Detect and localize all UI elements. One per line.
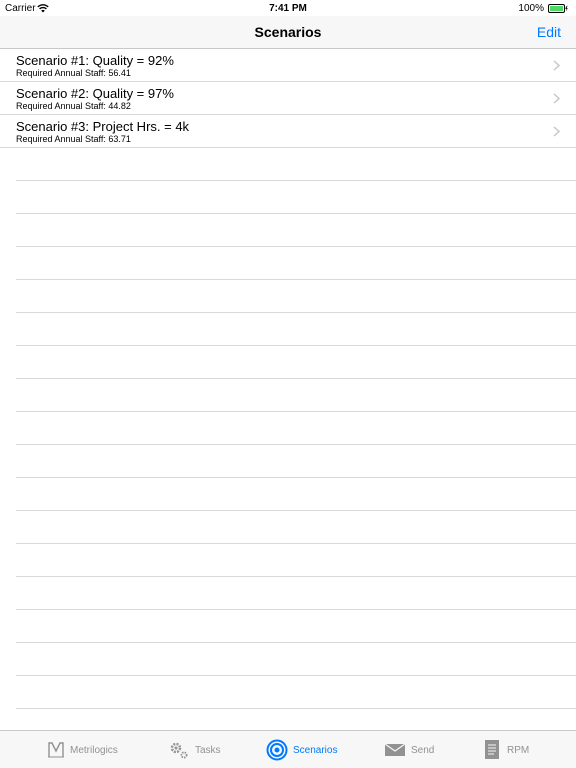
chevron-right-icon (553, 60, 560, 71)
scenario-row-3[interactable]: Scenario #3: Project Hrs. = 4k Required … (0, 115, 576, 148)
status-time: 7:41 PM (269, 3, 307, 14)
target-icon (266, 739, 288, 761)
empty-row (16, 478, 576, 511)
scenario-row-2[interactable]: Scenario #2: Quality = 97% Required Annu… (0, 82, 576, 115)
scenario-title: Scenario #1: Quality = 92% (16, 53, 174, 68)
empty-row (16, 445, 576, 478)
envelope-icon (384, 743, 406, 756)
tab-metrilogics[interactable]: Metrilogics (47, 731, 118, 768)
tab-tasks[interactable]: Tasks (168, 731, 221, 768)
empty-row (16, 148, 576, 181)
empty-row (16, 214, 576, 247)
empty-row (16, 676, 576, 709)
empty-row (16, 247, 576, 280)
scenario-subtitle: Required Annual Staff: 56.41 (16, 68, 131, 78)
empty-row (16, 610, 576, 643)
battery-percent: 100% (518, 3, 544, 14)
tab-label: Send (411, 744, 435, 756)
metrilogics-logo-icon (48, 742, 64, 758)
status-bar: Carrier 7:41 PM 100% (0, 0, 576, 16)
empty-row (16, 280, 576, 313)
tab-label: Scenarios (293, 744, 338, 756)
navigation-bar: Scenarios Edit (0, 16, 576, 49)
empty-row (16, 412, 576, 445)
battery-icon (548, 4, 568, 13)
scenario-title: Scenario #3: Project Hrs. = 4k (16, 119, 190, 134)
empty-row (16, 346, 576, 379)
chevron-right-icon (553, 93, 560, 104)
tab-rpm[interactable]: RPM (484, 731, 529, 768)
empty-row (16, 313, 576, 346)
tab-label: RPM (507, 744, 530, 756)
tab-scenarios[interactable]: Scenarios (266, 731, 337, 768)
tab-bar: Metrilogics Tasks Scenarios Send RPM (0, 730, 576, 768)
scenario-row-1[interactable]: Scenario #1: Quality = 92% Required Annu… (0, 49, 576, 82)
tab-send[interactable]: Send (384, 731, 434, 768)
empty-row (16, 379, 576, 412)
tab-label: Tasks (195, 744, 221, 756)
empty-row (16, 544, 576, 577)
tab-label: Metrilogics (70, 744, 118, 756)
edit-button[interactable]: Edit (537, 24, 561, 40)
scenario-list: Scenario #1: Quality = 92% Required Annu… (0, 49, 576, 730)
chevron-right-icon (553, 126, 560, 137)
empty-row (16, 511, 576, 544)
scenario-subtitle: Required Annual Staff: 63.71 (16, 134, 131, 144)
gears-icon (170, 742, 188, 759)
scenario-title: Scenario #2: Quality = 97% (16, 86, 174, 101)
empty-row (16, 577, 576, 610)
empty-row (16, 643, 576, 676)
document-icon (485, 740, 499, 759)
page-title: Scenarios (254, 24, 322, 40)
scenario-subtitle: Required Annual Staff: 44.82 (16, 101, 131, 111)
empty-row (16, 181, 576, 214)
